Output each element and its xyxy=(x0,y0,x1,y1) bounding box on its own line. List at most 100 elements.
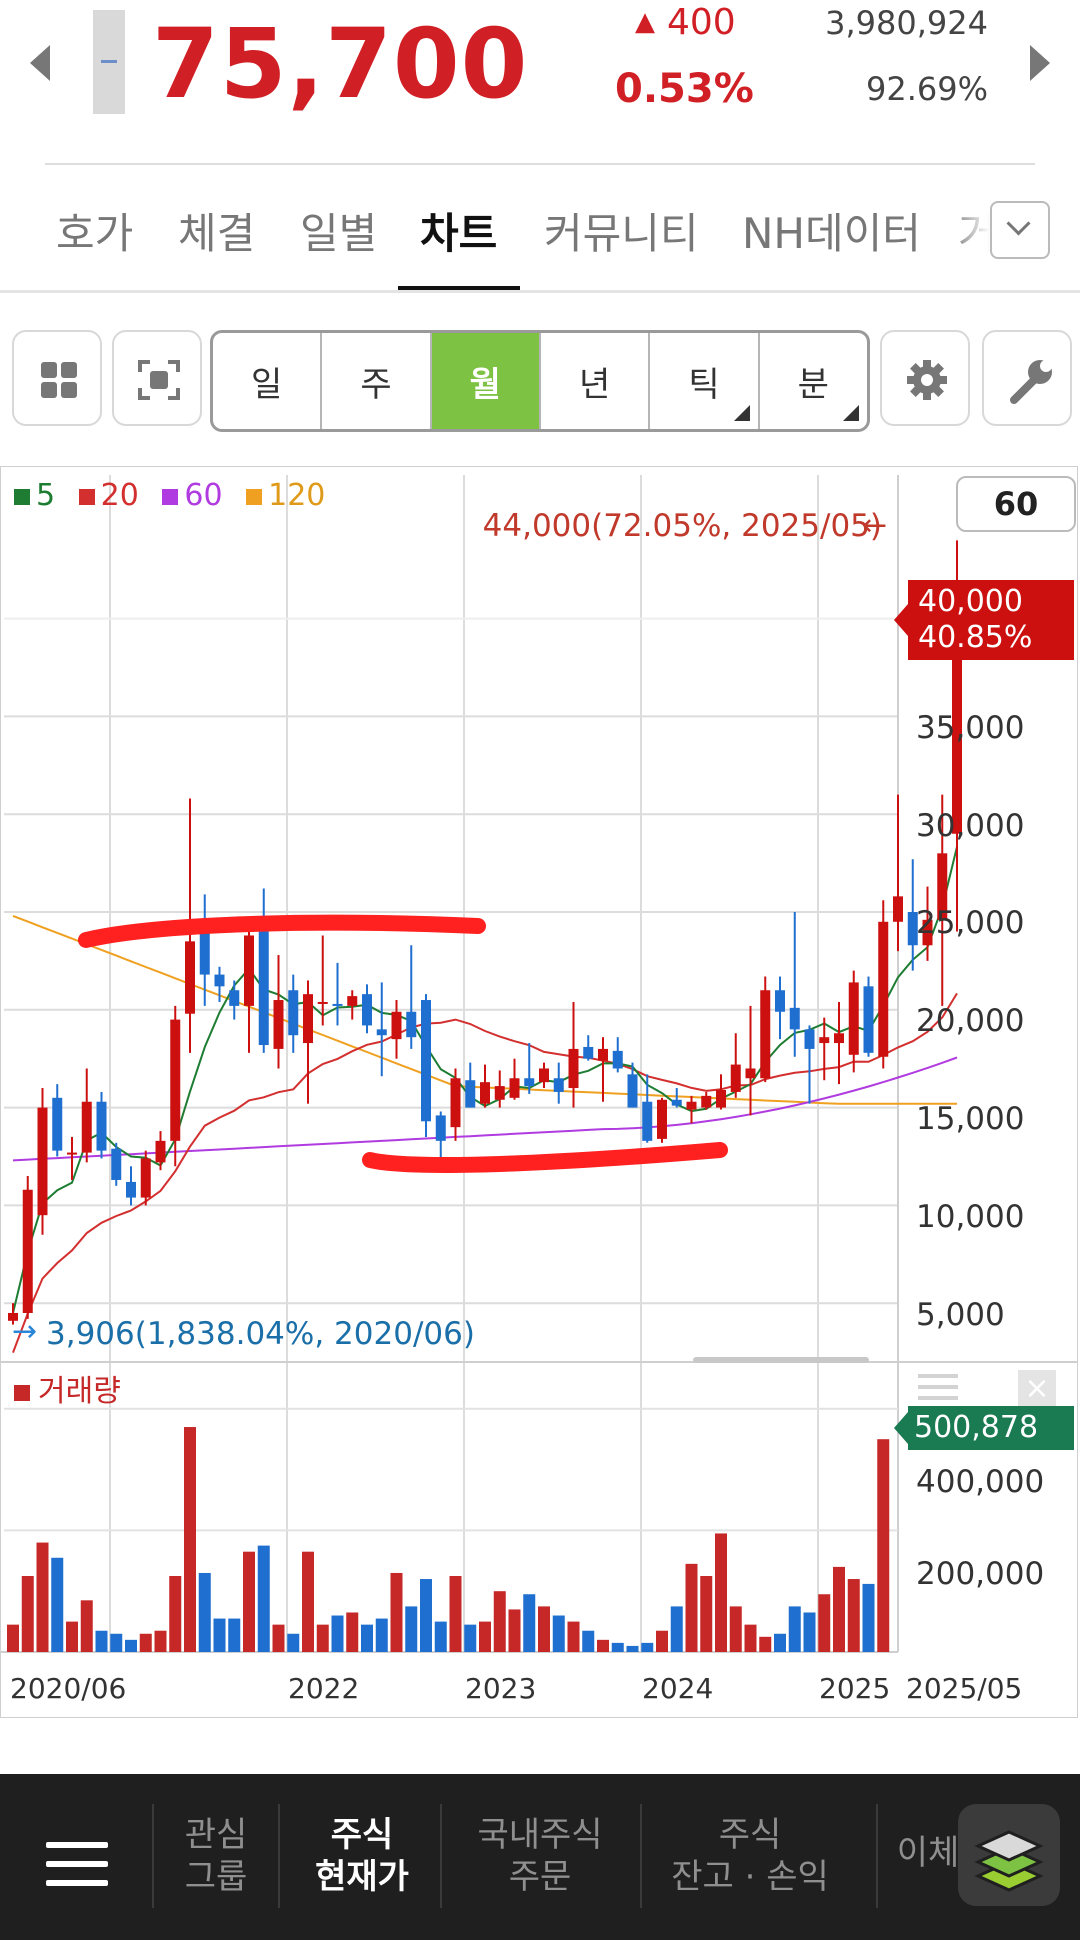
nav-divider xyxy=(152,1804,154,1908)
layers-icon xyxy=(974,1830,1044,1892)
nav-watchlist-group[interactable]: 관심 그룹 xyxy=(172,1814,260,1898)
candle-body xyxy=(480,1082,490,1104)
volume-bar xyxy=(508,1609,521,1652)
current-price-tag-value: 40,000 xyxy=(918,584,1023,619)
candle-body xyxy=(539,1068,549,1083)
volume-bar xyxy=(670,1606,683,1652)
candle-body xyxy=(199,931,210,975)
candle-body xyxy=(465,1080,476,1108)
volume-bar xyxy=(198,1572,211,1652)
candle-body xyxy=(111,1148,122,1180)
volume-bar xyxy=(21,1576,34,1652)
candle-body xyxy=(96,1101,107,1151)
ma20-line xyxy=(12,992,958,1353)
volume-bar xyxy=(257,1545,270,1652)
candle-body xyxy=(657,1099,667,1139)
candle-body xyxy=(258,931,269,1046)
volume-bar xyxy=(538,1606,550,1652)
nav-divider xyxy=(640,1804,642,1908)
candle-body xyxy=(760,990,771,1079)
volume-bar xyxy=(715,1533,727,1652)
volume-bar xyxy=(405,1606,418,1652)
candle-body xyxy=(775,990,785,1012)
nav-transfer[interactable]: 이체 xyxy=(896,1832,960,1874)
current-price-tag: 40,000 40.85% xyxy=(894,580,1074,660)
price-axis-tick: 20,000 xyxy=(916,1003,1025,1039)
price-axis-tick: 35,000 xyxy=(916,710,1025,746)
volume-bar xyxy=(877,1439,890,1652)
pane-menu-icon[interactable] xyxy=(918,1374,958,1404)
volume-bar xyxy=(361,1624,373,1652)
layers-menu-button[interactable] xyxy=(958,1804,1060,1906)
volume-bar xyxy=(51,1557,64,1652)
candle-body xyxy=(568,1048,579,1089)
candle-body xyxy=(686,1101,697,1110)
max-price-annotation: 44,000(72.05%, 2025/05) xyxy=(482,508,882,544)
volume-bar xyxy=(110,1633,123,1652)
volume-bar xyxy=(611,1642,624,1652)
volume-bar xyxy=(582,1630,595,1652)
candle-body xyxy=(81,1101,92,1153)
price-axis-tick: 5,000 xyxy=(916,1297,1005,1333)
volume-bar xyxy=(36,1542,49,1652)
candle-body xyxy=(391,1011,402,1040)
time-axis-tick: 2022 xyxy=(288,1672,360,1705)
nav-stock-current-price[interactable]: 주식 현재가 xyxy=(300,1814,424,1898)
candle-body xyxy=(804,1029,815,1049)
candle-body xyxy=(406,1011,417,1038)
current-price-tag-percent: 40.85% xyxy=(918,620,1033,655)
volume-bar xyxy=(80,1600,93,1652)
legend-ma60: 60 xyxy=(162,478,223,513)
nav-divider xyxy=(278,1804,280,1908)
candle-body xyxy=(332,1003,343,1006)
nav-divider xyxy=(876,1804,878,1908)
candle-body xyxy=(435,1115,446,1141)
volume-bar xyxy=(243,1551,255,1652)
candle-body xyxy=(878,921,889,1057)
candle-body xyxy=(140,1158,151,1198)
volume-bar xyxy=(316,1624,329,1652)
volume-bar xyxy=(302,1551,314,1652)
nav-balance-profit[interactable]: 주식 잔고 · 손익 xyxy=(660,1814,840,1898)
chart-canvas[interactable] xyxy=(0,0,1080,1720)
min-right-arrow-icon: → xyxy=(12,1314,38,1349)
candle-body xyxy=(863,986,874,1053)
min-price-annotation: 3,906(1,838.04%, 2020/06) xyxy=(46,1316,475,1352)
legend-ma20: 20 xyxy=(78,478,139,513)
volume-bar xyxy=(213,1618,226,1652)
volume-bar xyxy=(685,1563,698,1652)
volume-bar xyxy=(700,1576,713,1652)
volume-bar xyxy=(552,1615,565,1652)
candle-body xyxy=(229,990,240,1006)
nav-domestic-order[interactable]: 국내주식 주문 xyxy=(460,1814,620,1898)
candle-body xyxy=(524,1078,535,1087)
candle-count-button[interactable]: 60 xyxy=(956,476,1076,532)
volume-bar xyxy=(449,1576,462,1652)
volume-bar xyxy=(479,1621,491,1652)
volume-bar xyxy=(626,1645,639,1652)
volume-bar xyxy=(523,1594,536,1652)
candle-body xyxy=(612,1050,623,1069)
volume-bar xyxy=(139,1633,152,1652)
volume-bar xyxy=(759,1636,772,1652)
close-pane-icon[interactable]: × xyxy=(1018,1370,1056,1408)
volume-bar xyxy=(803,1612,816,1652)
volume-bar xyxy=(862,1583,875,1652)
resistance-highlight-stroke xyxy=(78,914,486,948)
hamburger-menu-icon[interactable] xyxy=(46,1842,108,1899)
pane-resize-handle[interactable] xyxy=(693,1357,869,1363)
candle-body xyxy=(52,1097,63,1151)
candle-body xyxy=(37,1107,48,1216)
max-left-arrow-icon: ← xyxy=(862,508,888,543)
volume-bar xyxy=(641,1642,654,1652)
candle-body xyxy=(450,1078,461,1128)
candle-body xyxy=(22,1189,33,1313)
candle-body xyxy=(789,1007,800,1030)
candle-body xyxy=(494,1086,505,1100)
candle-body xyxy=(834,1033,844,1044)
candle-body xyxy=(155,1140,166,1163)
bottom-navigation: 관심 그룹 주식 현재가 국내주식 주문 주식 잔고 · 손익 이체 xyxy=(0,1774,1080,1940)
candle-body xyxy=(347,996,358,1006)
volume-bar xyxy=(818,1594,831,1652)
candle-body xyxy=(288,990,299,1036)
